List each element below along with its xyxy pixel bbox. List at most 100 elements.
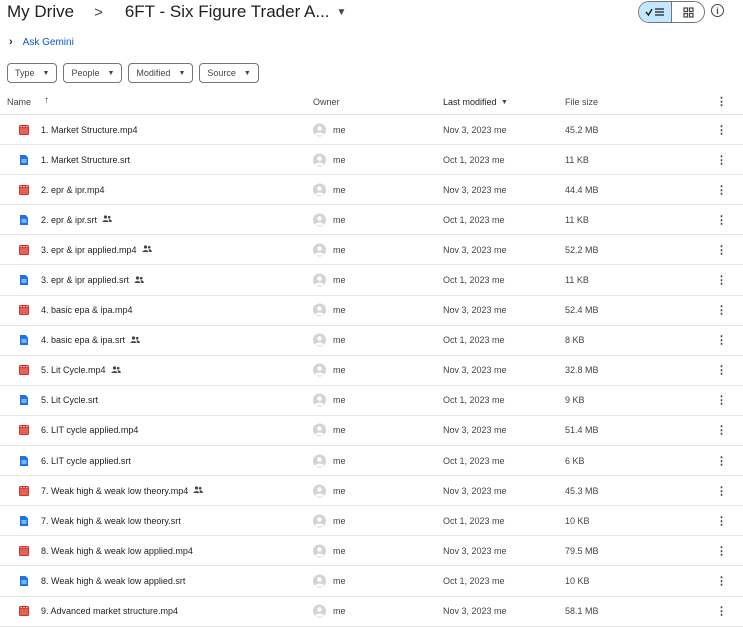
file-row[interactable]: 8. Weak high & weak low applied.mp4 me N… — [0, 536, 743, 567]
sort-arrow-up-icon[interactable]: ↑ — [44, 95, 49, 106]
file-name[interactable]: 4. basic epa & ipa.mp4 — [41, 305, 133, 315]
file-name-label: 4. basic epa & ipa.mp4 — [41, 305, 133, 316]
more-options-icon[interactable]: ⋮ — [716, 574, 727, 587]
file-size-label: 58.1 MB — [565, 606, 599, 617]
column-owner[interactable]: Owner — [313, 97, 340, 107]
file-name[interactable]: 4. basic epa & ipa.srt — [41, 335, 140, 345]
file-name[interactable]: 8. Weak high & weak low applied.mp4 — [41, 546, 193, 556]
filter-source[interactable]: Source ▼ — [199, 63, 259, 83]
avatar — [313, 544, 326, 558]
more-options-icon[interactable]: ⋮ — [716, 394, 727, 407]
more-options-icon[interactable]: ⋮ — [716, 514, 727, 527]
video-file-icon — [19, 244, 29, 255]
file-row[interactable]: 9. Advanced market structure.mp4 me Nov … — [0, 597, 743, 627]
file-row[interactable]: 1. Market Structure.srt me Oct 1, 2023 m… — [0, 145, 743, 176]
more-options-icon[interactable]: ⋮ — [716, 123, 727, 136]
file-name-label: 7. Weak high & weak low theory.srt — [41, 515, 181, 526]
owner-label: me — [333, 425, 346, 436]
owner-label: me — [333, 305, 346, 316]
more-options-icon[interactable]: ⋮ — [716, 424, 727, 437]
caret-down-icon[interactable]: ▼ — [337, 7, 347, 18]
file-name-label: 3. epr & ipr applied.mp4 — [41, 244, 137, 255]
shared-people-icon — [193, 486, 204, 495]
more-options-icon[interactable]: ⋮ — [716, 364, 727, 377]
file-name[interactable]: 2. epr & ipr.mp4 — [41, 185, 105, 195]
file-row[interactable]: 2. epr & ipr.mp4 me Nov 3, 2023 me 44.4 … — [0, 175, 743, 206]
owner-label: me — [333, 335, 346, 346]
file-row[interactable]: 3. epr & ipr applied.mp4 me Nov 3, 2023 … — [0, 235, 743, 266]
file-name-label: 9. Advanced market structure.mp4 — [41, 606, 179, 617]
last-modified-label: Nov 3, 2023 me — [443, 244, 507, 255]
more-options-icon[interactable]: ⋮ — [716, 153, 727, 166]
grid-view-button[interactable] — [672, 2, 704, 22]
more-options-icon[interactable]: ⋮ — [716, 274, 727, 287]
more-options-icon[interactable]: ⋮ — [716, 454, 727, 467]
caret-down-icon: ▼ — [243, 69, 251, 77]
file-row[interactable]: 5. Lit Cycle.mp4 me Nov 3, 2023 me 32.8 … — [0, 356, 743, 386]
file-name[interactable]: 5. Lit Cycle.mp4 — [41, 365, 121, 375]
file-name[interactable]: 3. epr & ipr applied.mp4 — [41, 245, 152, 255]
avatar — [313, 604, 326, 618]
file-name[interactable]: 9. Advanced market structure.mp4 — [41, 606, 178, 616]
file-size-label: 10 KB — [565, 575, 590, 586]
more-options-icon[interactable]: ⋮ — [716, 304, 727, 317]
file-row[interactable]: 5. Lit Cycle.srt me Oct 1, 2023 me 9 KB … — [0, 386, 743, 416]
owner-label: me — [333, 214, 346, 225]
filter-modified[interactable]: Modified ▼ — [128, 63, 194, 83]
more-options-icon[interactable]: ⋮ — [716, 484, 727, 497]
more-options-icon[interactable]: ⋮ — [716, 334, 727, 347]
owner-label: me — [333, 124, 346, 135]
file-row[interactable]: 7. Weak high & weak low theory.srt me Oc… — [0, 506, 743, 537]
column-name[interactable]: Name — [7, 97, 31, 107]
file-size-label: 52.2 MB — [565, 244, 599, 255]
file-name[interactable]: 1. Market Structure.srt — [41, 155, 130, 165]
document-file-icon — [19, 214, 29, 225]
more-options-icon[interactable]: ⋮ — [716, 243, 727, 256]
owner-label: me — [333, 545, 346, 556]
document-file-icon — [19, 455, 29, 466]
breadcrumb-root[interactable]: My Drive — [7, 2, 74, 22]
more-options-icon[interactable]: ⋮ — [716, 183, 727, 196]
file-row[interactable]: 2. epr & ipr.srt me Oct 1, 2023 me 11 KB… — [0, 205, 743, 236]
file-name[interactable]: 2. epr & ipr.srt — [41, 215, 112, 225]
more-options-icon[interactable]: ⋮ — [716, 544, 727, 557]
filter-type[interactable]: Type ▼ — [7, 63, 58, 83]
more-options-icon[interactable]: ⋮ — [716, 95, 727, 108]
file-row[interactable]: 6. LIT cycle applied.srt me Oct 1, 2023 … — [0, 446, 743, 477]
file-name[interactable]: 7. Weak high & weak low theory.mp4 — [41, 486, 204, 496]
column-last-modified[interactable]: Last modified — [443, 97, 497, 107]
shared-people-icon — [130, 336, 140, 345]
filter-label: People — [71, 68, 100, 78]
file-row[interactable]: 4. basic epa & ipa.srt me Oct 1, 2023 me… — [0, 326, 743, 356]
video-file-icon — [19, 305, 29, 316]
shared-people-icon — [134, 275, 144, 285]
filter-bar: Type ▼ People ▼ Modified ▼ Source ▼ — [7, 63, 265, 83]
owner-label: me — [333, 575, 346, 586]
file-row[interactable]: 4. basic epa & ipa.mp4 me Nov 3, 2023 me… — [0, 296, 743, 326]
ask-gemini-label: Ask Gemini — [22, 36, 74, 48]
file-row[interactable]: 6. LIT cycle applied.mp4 me Nov 3, 2023 … — [0, 416, 743, 447]
file-row[interactable]: 3. epr & ipr applied.srt me Oct 1, 2023 … — [0, 265, 743, 296]
caret-down-icon[interactable]: ▼ — [501, 99, 508, 106]
caret-down-icon: ▼ — [178, 69, 186, 77]
file-row[interactable]: 8. Weak high & weak low applied.srt me O… — [0, 566, 743, 597]
file-name[interactable]: 5. Lit Cycle.srt — [41, 395, 98, 405]
list-view-button[interactable] — [639, 2, 672, 22]
info-icon[interactable]: i — [711, 4, 724, 17]
file-name[interactable]: 3. epr & ipr applied.srt — [41, 275, 144, 285]
file-row[interactable]: 1. Market Structure.mp4 me Nov 3, 2023 m… — [0, 115, 743, 146]
avatar — [313, 123, 326, 137]
file-name[interactable]: 1. Market Structure.mp4 — [41, 125, 138, 135]
filter-people[interactable]: People ▼ — [63, 63, 123, 83]
more-options-icon[interactable]: ⋮ — [716, 605, 727, 618]
ask-gemini[interactable]: › Ask Gemini — [9, 36, 74, 48]
file-row[interactable]: 7. Weak high & weak low theory.mp4 me No… — [0, 476, 743, 507]
shared-people-icon — [142, 245, 152, 254]
file-name[interactable]: 8. Weak high & weak low applied.srt — [41, 576, 185, 586]
column-file-size[interactable]: File size — [565, 97, 598, 107]
file-name[interactable]: 7. Weak high & weak low theory.srt — [41, 516, 181, 526]
breadcrumb-current-folder[interactable]: 6FT - Six Figure Trader A... — [125, 2, 330, 22]
more-options-icon[interactable]: ⋮ — [716, 213, 727, 226]
file-name[interactable]: 6. LIT cycle applied.mp4 — [41, 425, 138, 435]
file-name[interactable]: 6. LIT cycle applied.srt — [41, 456, 131, 466]
